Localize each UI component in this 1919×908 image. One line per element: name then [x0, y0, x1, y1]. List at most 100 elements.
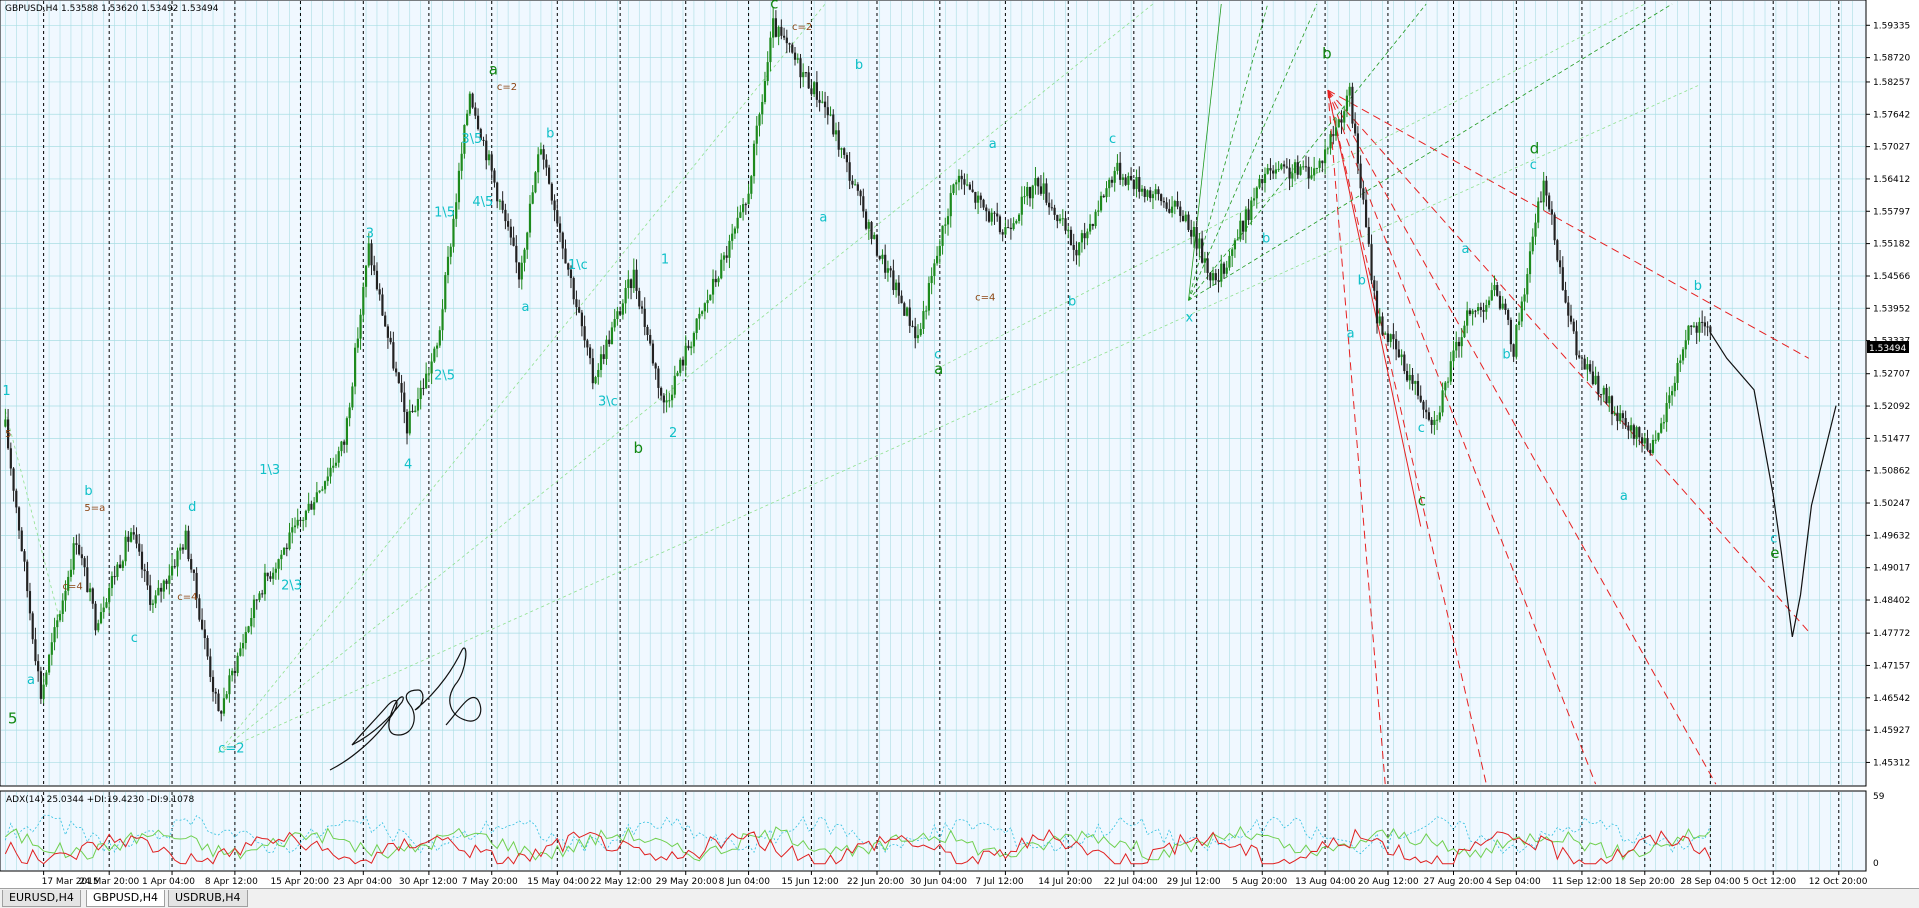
tab-eurusd[interactable]: EURUSD,H4: [2, 890, 81, 907]
wave-label: c=2: [792, 22, 812, 33]
candle-body: [1168, 208, 1171, 213]
chart-window[interactable]: 1 5 5 a b 5=a c=4 c d c=4 c=2 2\3 1\3 3 2\5 1\5 4 a c=2 3\5…: [0, 0, 1919, 908]
candle-body: [968, 184, 971, 190]
candle-body: [1425, 409, 1428, 413]
y-tick-label: 1.47157: [1873, 661, 1910, 671]
candle-body: [1283, 164, 1286, 167]
tab-usdrub[interactable]: USDRUB,H4: [168, 890, 248, 907]
candle-body: [911, 325, 914, 327]
candle-body: [960, 175, 963, 180]
candle-body: [1157, 189, 1160, 195]
candle-body: [1318, 160, 1321, 168]
symbol-info-line: GBPUSD,H4 1.53588 1.53620 1.53492 1.5349…: [5, 4, 219, 14]
candle-body: [1231, 249, 1234, 256]
candle-body: [80, 554, 83, 559]
candle-body: [1485, 305, 1488, 312]
candle-body: [1190, 229, 1193, 237]
candle-body: [151, 603, 155, 605]
candle-body: [1695, 325, 1698, 333]
candle-body: [220, 711, 223, 714]
wave-label: c: [1418, 421, 1425, 436]
candle-body: [1567, 302, 1570, 316]
wave-label: d: [188, 500, 196, 515]
candle-body: [1277, 168, 1280, 170]
candle-body: [788, 43, 791, 45]
candle-body: [1170, 206, 1174, 213]
wave-label: b: [1262, 232, 1270, 247]
wave-label: b: [1068, 295, 1076, 310]
candle-body: [1468, 310, 1472, 315]
candle-body: [900, 295, 903, 304]
candle-body: [1304, 166, 1308, 168]
wave-label: x: [1185, 311, 1193, 326]
candle-body: [1274, 169, 1278, 174]
candle-body: [1643, 437, 1646, 444]
candle-body: [173, 566, 176, 568]
candle-body: [1624, 418, 1627, 426]
candle-body: [690, 346, 693, 349]
candle-body: [1165, 202, 1168, 209]
y-tick-label: 1.51477: [1873, 434, 1910, 444]
wave-label: 5=a: [84, 503, 105, 514]
candle-body: [523, 249, 526, 263]
candle-body: [785, 37, 788, 44]
candle-body: [162, 580, 165, 592]
x-tick-label: 22 May 12:00: [590, 877, 652, 887]
candle-body: [545, 159, 548, 168]
candle-body: [1523, 294, 1526, 302]
candle-body: [597, 369, 600, 378]
candle-body: [490, 154, 493, 171]
wave-label: a: [819, 211, 827, 226]
x-tick-label: 7 Jul 12:00: [975, 877, 1024, 887]
candle-body: [214, 691, 217, 694]
x-tick-label: 29 Jul 12:00: [1167, 877, 1221, 887]
x-tick-label: 23 Apr 04:00: [333, 877, 392, 887]
candle-body: [1367, 227, 1370, 245]
candle-body: [1067, 229, 1070, 231]
current-price-label: 1.53494: [1869, 344, 1906, 354]
candle-body: [747, 193, 750, 205]
candle-body: [539, 149, 543, 155]
candle-body: [1222, 263, 1226, 274]
candle-body: [433, 348, 436, 362]
candle-body: [1364, 199, 1368, 228]
wave-label: b: [1358, 274, 1366, 289]
candle-body: [1105, 188, 1108, 198]
candle-body: [1602, 387, 1605, 395]
price-chart[interactable]: 155ab5=ac=4cdc=4c=22\31\332\51\54ac=23\5…: [0, 0, 1919, 887]
candle-body: [979, 195, 982, 200]
wave-label: 3: [366, 226, 374, 241]
candle-body: [318, 490, 321, 493]
candle-body: [1143, 188, 1146, 197]
candle-body: [1395, 339, 1398, 350]
candle-body: [20, 530, 23, 552]
candle-body: [266, 572, 269, 577]
candle-body: [881, 254, 884, 259]
candle-body: [400, 382, 403, 393]
candle-body: [1580, 357, 1584, 359]
candle-body: [1649, 449, 1652, 454]
candle-body: [1351, 86, 1354, 124]
candle-body: [446, 256, 450, 276]
candle-body: [1457, 341, 1461, 347]
candle-body: [1389, 334, 1392, 342]
candle-body: [1564, 289, 1567, 303]
candle-body: [86, 567, 89, 593]
y-tick-label: 1.59335: [1873, 21, 1910, 31]
candle-body: [1080, 233, 1084, 243]
candle-body: [296, 519, 299, 526]
candle-body: [42, 684, 45, 699]
candle-body: [802, 72, 805, 78]
x-tick-label: 15 Apr 20:00: [270, 877, 329, 887]
tab-gbpusd[interactable]: GBPUSD,H4: [86, 890, 165, 907]
candle-body: [1706, 326, 1709, 328]
y-tick-label: 1.57027: [1873, 143, 1910, 153]
candle-body: [1684, 340, 1687, 350]
candle-body: [780, 26, 783, 36]
candle-body: [124, 536, 127, 562]
candle-body: [1099, 195, 1103, 211]
candle-body: [1151, 194, 1155, 199]
wave-label: 2: [669, 426, 677, 441]
candle-body: [542, 149, 545, 160]
candle-body: [414, 410, 417, 413]
